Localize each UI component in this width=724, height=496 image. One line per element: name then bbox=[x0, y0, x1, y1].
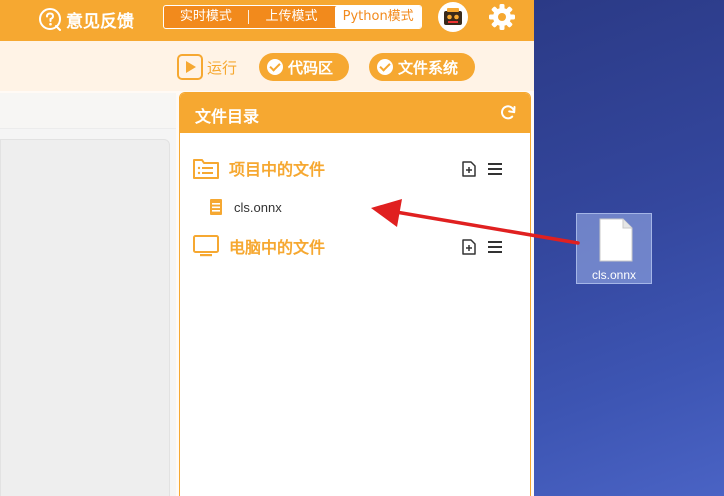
drag-arrow-annotation bbox=[371, 199, 580, 245]
